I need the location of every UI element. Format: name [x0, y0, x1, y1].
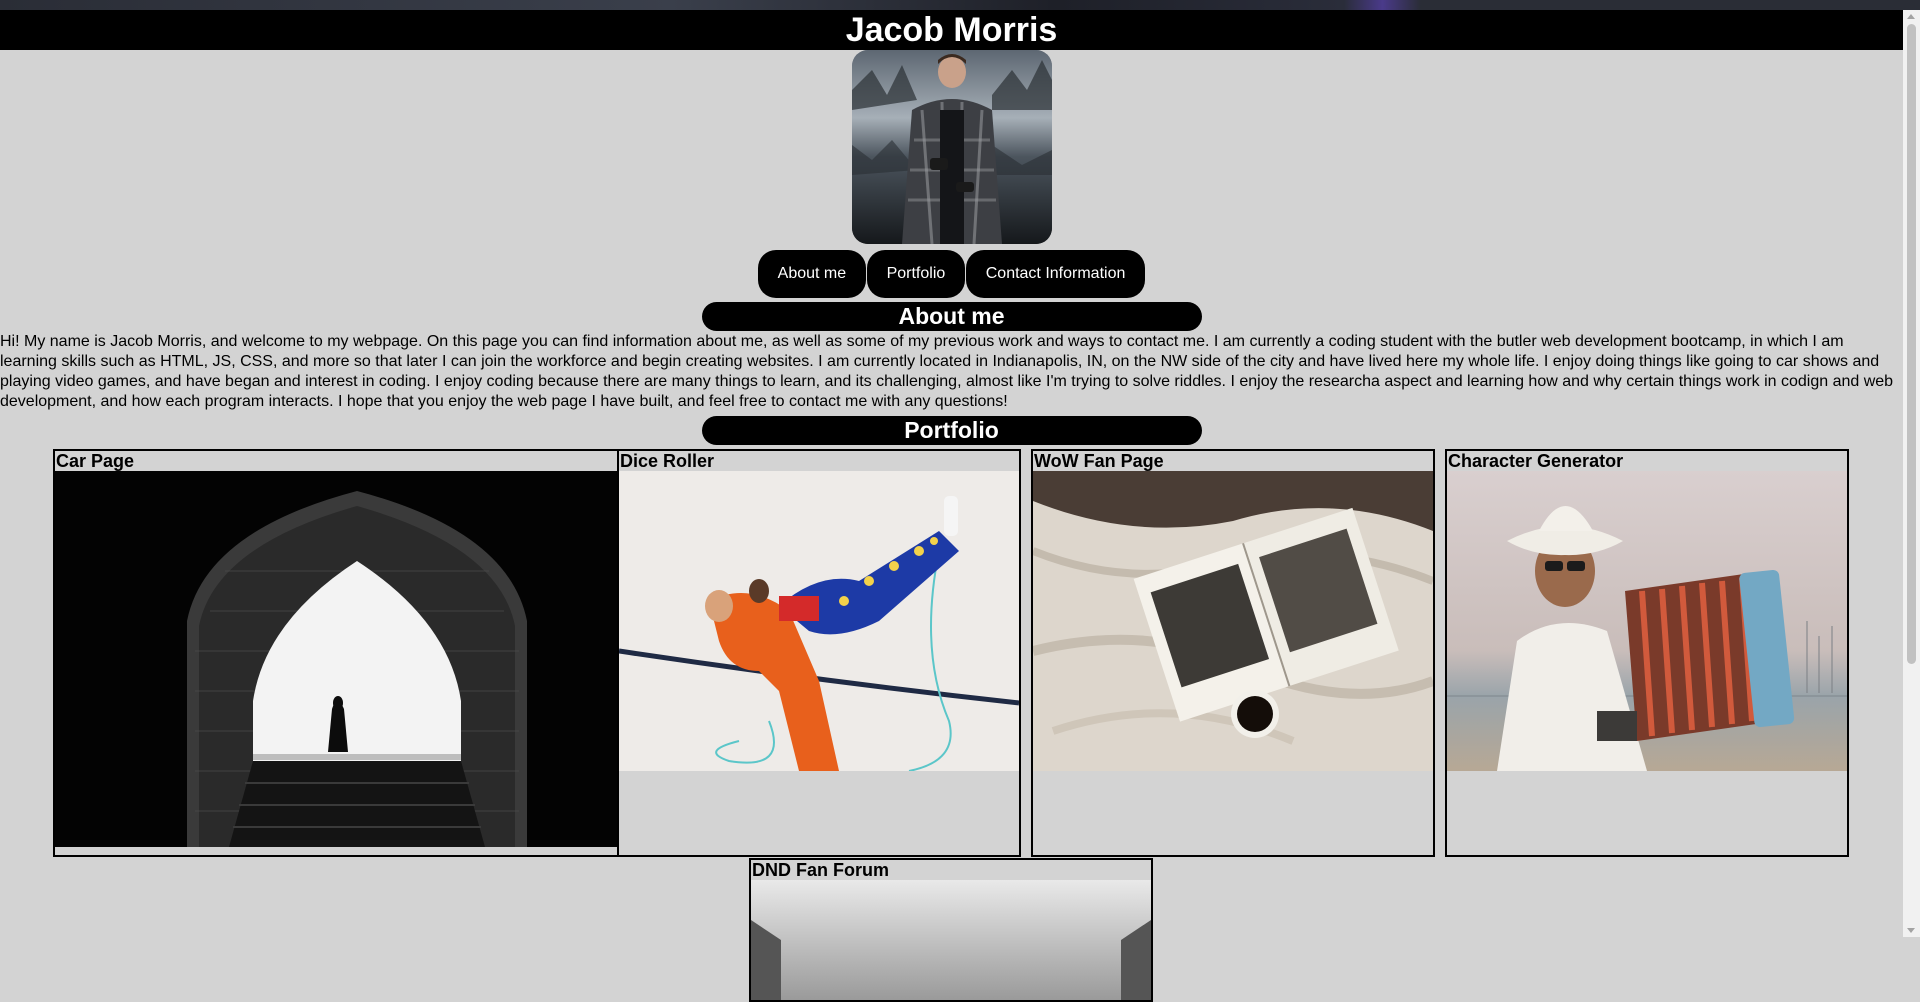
project-title: DND Fan Forum	[752, 860, 889, 880]
nav-contact-information[interactable]: Contact Information	[965, 250, 1146, 298]
project-title: Car Page	[56, 451, 135, 471]
project-card-dnd-fan-forum[interactable]: DND Fan Forum	[749, 858, 1153, 1002]
project-card-car-page[interactable]: Car Page	[53, 449, 661, 857]
about-text: Hi! My name is Jacob Morris, and welcome…	[0, 333, 1894, 410]
page-title: Jacob Morris	[845, 11, 1058, 49]
profile-photo	[851, 50, 1052, 244]
scroll-up-arrow-icon[interactable]	[1907, 14, 1915, 19]
project-card-character-generator[interactable]: Character Generator	[1445, 449, 1849, 857]
project-card-wow-fan-page[interactable]: WoW Fan Page	[1031, 449, 1435, 857]
architecture-photo	[751, 880, 1151, 1000]
scroll-down-arrow-icon[interactable]	[1907, 928, 1915, 933]
avatar-container	[0, 50, 1903, 246]
page-scrollbar[interactable]	[1903, 10, 1920, 937]
scrollbar-thumb[interactable]	[1907, 24, 1916, 664]
project-card-dice-roller[interactable]: Dice Roller	[617, 449, 1021, 857]
nav-about-me[interactable]: About me	[757, 250, 867, 298]
nav-portfolio[interactable]: Portfolio	[866, 250, 966, 298]
main-nav: About me Portfolio Contact Information	[0, 250, 1903, 298]
accordion-player-photo	[1447, 471, 1847, 771]
portfolio-grid: Car Page Dice Roller WoW Fan Page Charac…	[0, 449, 1903, 1002]
portfolio-heading: Portfolio	[701, 416, 1202, 445]
page-header: Jacob Morris	[0, 10, 1903, 50]
archway-silhouette-photo	[55, 471, 659, 847]
browser-top-strip	[0, 0, 1920, 10]
dancers-rope-photo	[619, 471, 1019, 771]
project-title: Dice Roller	[620, 451, 715, 471]
project-title: Character Generator	[1448, 451, 1624, 471]
page: Jacob Morris About me Portfolio Contact …	[0, 10, 1903, 1002]
project-title: WoW Fan Page	[1034, 451, 1164, 471]
about-heading: About me	[701, 302, 1202, 331]
book-coffee-bed-photo	[1033, 471, 1433, 771]
